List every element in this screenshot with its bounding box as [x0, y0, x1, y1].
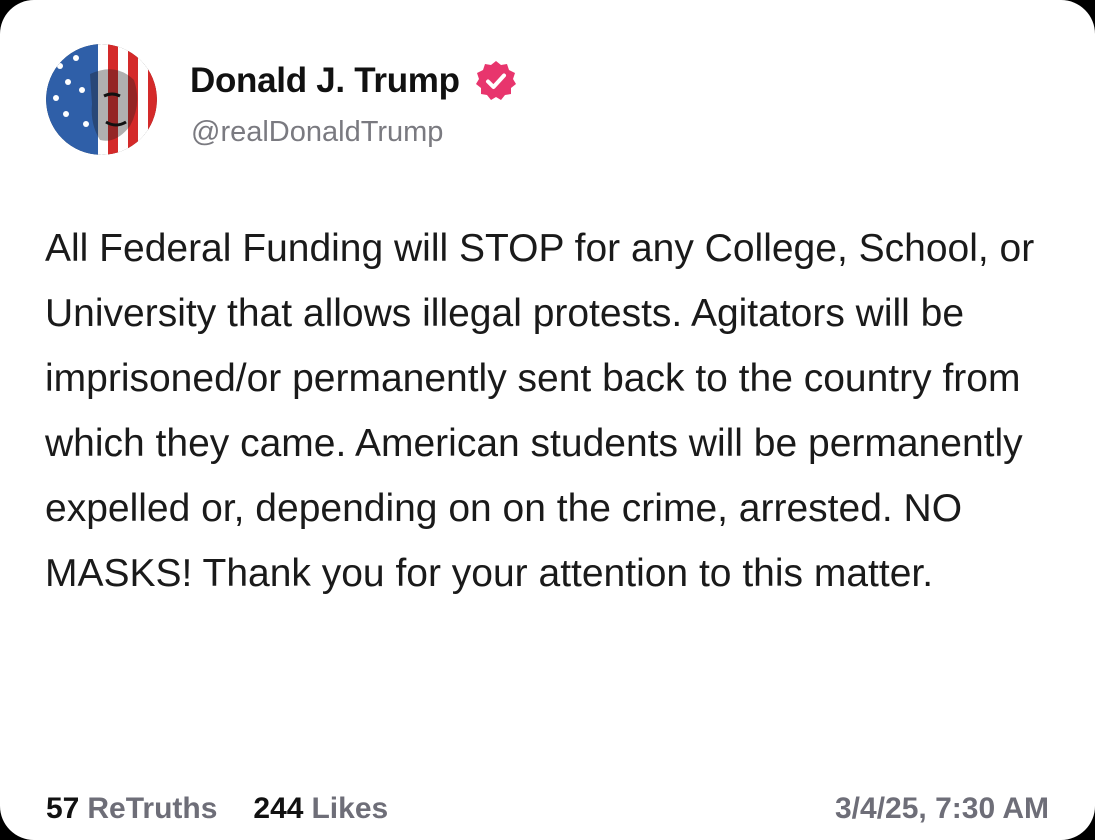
- verified-badge-icon: [475, 61, 516, 100]
- post-footer: 57 ReTruths 244 Likes 3/4/25, 7:30 AM: [46, 788, 1049, 830]
- likes-label: Likes: [311, 792, 389, 825]
- author-row: Donald J. Trump: [190, 56, 518, 106]
- author-display-name[interactable]: Donald J. Trump: [190, 61, 460, 101]
- post-card: Donald J. Trump @realDonaldTrump All Fed…: [0, 0, 1095, 840]
- post-body: All Federal Funding will STOP for any Co…: [45, 227, 1035, 595]
- author-handle[interactable]: @realDonaldTrump: [191, 116, 443, 149]
- retruths-count: 57: [46, 792, 80, 825]
- likes-stat[interactable]: 244 Likes: [253, 792, 388, 826]
- retruths-label: ReTruths: [87, 792, 218, 825]
- post-timestamp[interactable]: 3/4/25, 7:30 AM: [835, 792, 1049, 826]
- likes-count: 244: [253, 792, 304, 825]
- avatar[interactable]: [46, 44, 157, 155]
- retruths-stat[interactable]: 57 ReTruths: [46, 792, 217, 826]
- avatar-image: [46, 44, 157, 155]
